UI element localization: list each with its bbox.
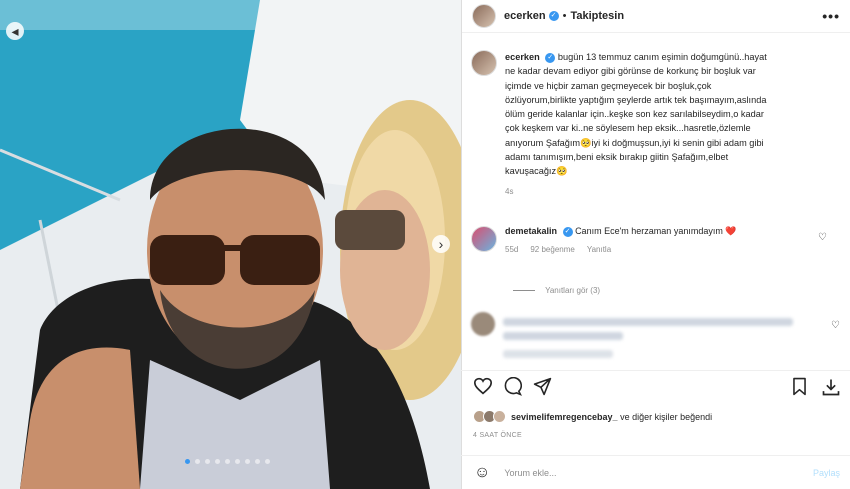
comment-input[interactable]: Yorum ekle... <box>504 468 556 478</box>
avatar[interactable] <box>472 4 496 28</box>
caption-line: ne kadar devam ediyor gibi görünse de ko… <box>505 66 756 77</box>
carousel-dot <box>185 459 190 464</box>
carousel-dot <box>225 459 230 464</box>
send-icon[interactable] <box>533 377 552 396</box>
caption-text: ecerken ✓ bugün 13 temmuz canım eşimin d… <box>505 50 767 199</box>
author-username[interactable]: ecerken <box>504 10 546 22</box>
photo-illustration <box>0 0 461 489</box>
avatar[interactable] <box>471 50 497 76</box>
view-replies-label: Yanıtları gör (3) <box>545 286 601 295</box>
comment-likes[interactable]: 92 beğenme <box>530 245 574 254</box>
avatar[interactable] <box>471 226 497 252</box>
heart-emoji: ❤️ <box>725 226 737 236</box>
action-bar <box>461 370 850 401</box>
carousel-dot <box>265 459 270 464</box>
caption-line: kavuşacağız🥺 <box>505 166 568 177</box>
caption-line: bugün 13 temmuz canım eşimin doğumgünü..… <box>557 52 767 62</box>
comment-username[interactable]: demetakalin <box>505 226 557 236</box>
heart-icon[interactable] <box>473 377 493 395</box>
caption-line: içimde ve hiçbir zaman geçmeyecek bir bo… <box>505 80 712 91</box>
verified-badge-icon: ✓ <box>545 52 556 63</box>
likes-rest-text: ve diğer kişiler beğendi <box>617 411 713 422</box>
comment-time: 55d <box>505 245 519 254</box>
carousel-indicator <box>185 459 270 464</box>
reply-link[interactable]: Yanıtla <box>587 245 611 254</box>
verified-badge-icon: ✓ <box>562 226 573 237</box>
post-comment-button[interactable]: Paylaş <box>813 468 840 478</box>
carousel-dot <box>255 459 260 464</box>
likes-summary: sevimelifemregencebay_ ve diğer kişiler … <box>473 410 712 423</box>
replies-divider <box>513 290 535 292</box>
liker-avatar <box>493 410 506 423</box>
liker-username[interactable]: sevimelifemregencebay_ <box>511 412 618 422</box>
caption-username[interactable]: ecerken <box>505 52 540 62</box>
caption-line: özlüyorum,birlikte yaptığım şeylerde art… <box>505 94 767 105</box>
view-replies-link[interactable]: Yanıtları gör (3) <box>513 286 600 295</box>
bookmark-icon[interactable] <box>791 377 808 396</box>
carousel-dot <box>215 459 220 464</box>
caption-line: ölüm geride kalanlar için..keşke son kez… <box>505 109 764 120</box>
carousel-dot <box>245 459 250 464</box>
caption-time: 4s <box>505 186 514 196</box>
download-icon[interactable] <box>821 377 841 397</box>
following-status[interactable]: Takiptesin <box>570 10 624 22</box>
carousel-dot <box>195 459 200 464</box>
avatar <box>471 312 495 336</box>
more-options-icon[interactable]: ••• <box>822 8 840 24</box>
blurred-text <box>503 332 623 340</box>
caption-line: adamı tanımışım,beni eksik bırakıp giiti… <box>505 152 729 163</box>
comment-text: Canım Ece'm herzaman yanımdayım <box>575 226 723 236</box>
comment-like-icon[interactable]: ♡ <box>831 320 840 331</box>
next-photo-arrow-icon[interactable]: › <box>432 235 450 253</box>
caption-line: çok keşkem var ki..ne söylesem hep eksik… <box>505 123 751 134</box>
blurred-text <box>503 318 793 326</box>
comment-like-icon[interactable]: ♡ <box>818 232 827 243</box>
blurred-meta <box>503 350 613 358</box>
previous-photo-icon[interactable]: ◂ <box>6 22 24 40</box>
blurred-comment: ♡ <box>471 312 840 362</box>
separator: • <box>562 10 567 22</box>
add-comment-bar: ☺ Yorum ekle... Paylaş <box>461 455 850 489</box>
emoji-icon[interactable]: ☺ <box>474 464 490 482</box>
comment-item: demetakalin ✓ Canım Ece'm herzaman yanım… <box>471 226 841 254</box>
verified-badge-icon: ✓ <box>548 11 559 21</box>
comment-icon[interactable] <box>503 377 522 396</box>
post-header: ecerken ✓ • Takiptesin ••• <box>462 0 850 33</box>
post-caption: ecerken ✓ bugün 13 temmuz canım eşimin d… <box>471 50 831 199</box>
carousel-dot <box>235 459 240 464</box>
post-timestamp: 4 SAAT ÖNCE <box>473 432 522 439</box>
post-photo[interactable]: ◂ › <box>0 0 461 489</box>
caption-line: anıyorum Şafağım🥺iyi ki doğmuşsun,iyi ki… <box>505 137 764 148</box>
carousel-dot <box>205 459 210 464</box>
